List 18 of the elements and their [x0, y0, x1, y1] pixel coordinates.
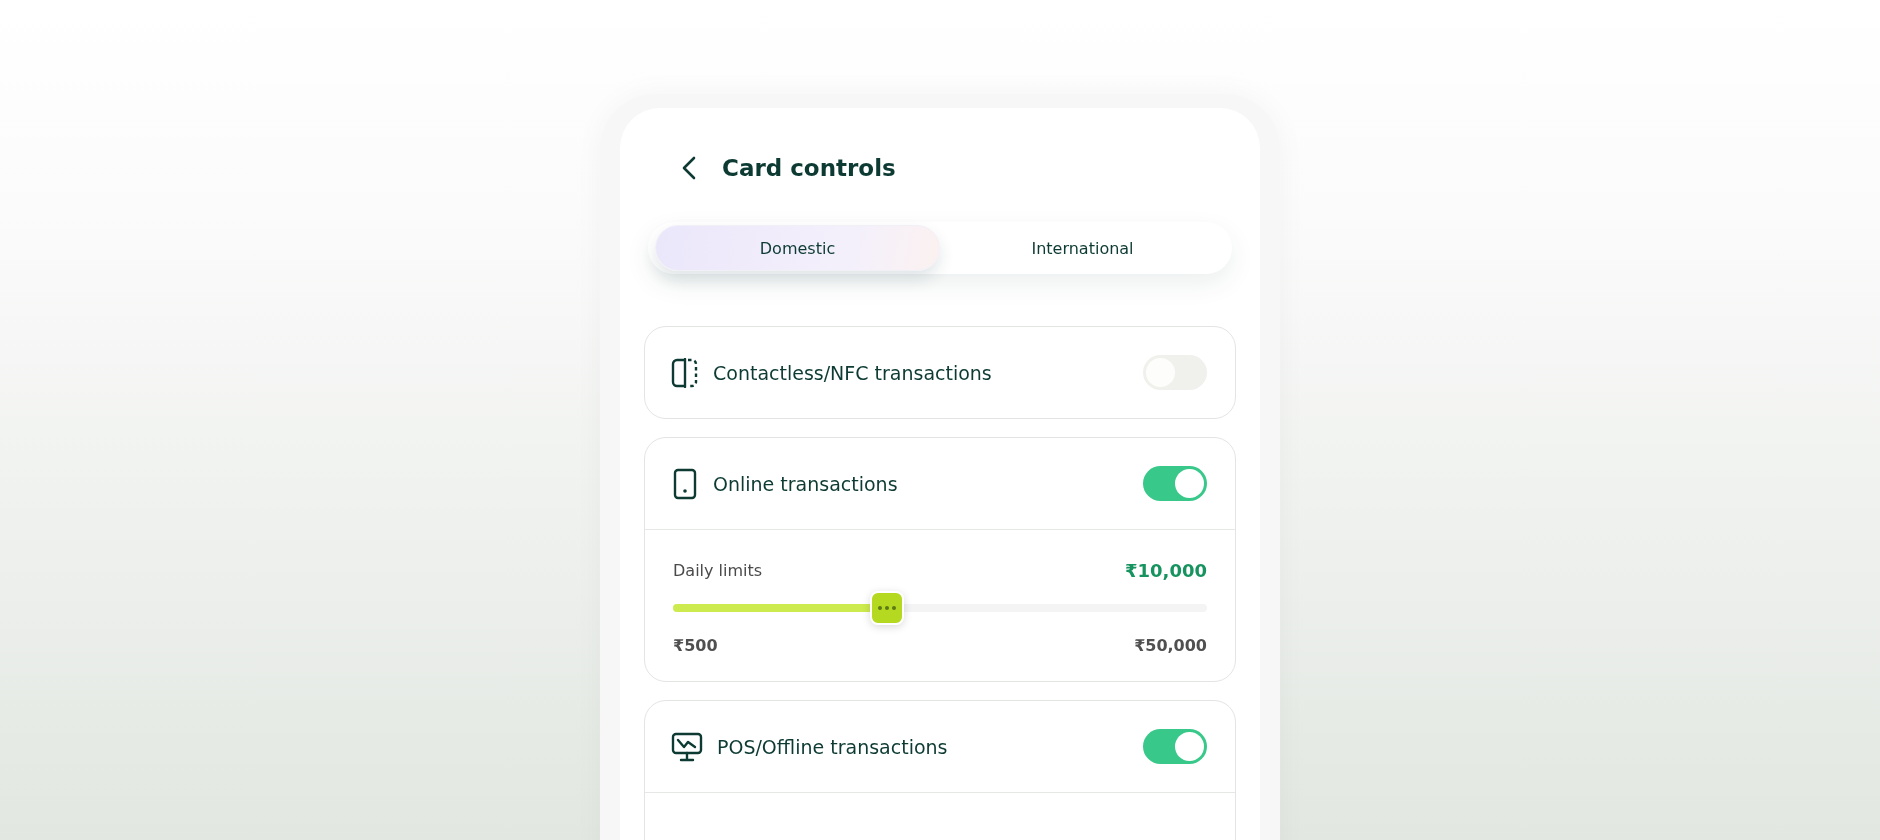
- control-label: POS/Offline transactions: [717, 735, 949, 758]
- max-amount: ₹50,000: [1134, 636, 1207, 655]
- control-label: Online transactions: [713, 472, 899, 495]
- back-icon[interactable]: [682, 156, 696, 180]
- slider-thumb[interactable]: [869, 591, 904, 625]
- split-card-icon: [671, 357, 699, 388]
- limit-amount: ₹10,000: [1125, 560, 1207, 581]
- toggle-switch[interactable]: [1143, 729, 1207, 764]
- control-label: Contactless/NFC transactions: [713, 361, 993, 384]
- limit-label: Daily limits: [673, 561, 763, 580]
- monitor-icon: [671, 731, 703, 762]
- slider-track[interactable]: [673, 591, 1207, 625]
- toggle-switch[interactable]: [1143, 466, 1207, 501]
- screen-title: Card controls: [722, 155, 896, 181]
- min-amount: ₹500: [673, 636, 718, 655]
- phone-icon: [671, 467, 699, 500]
- tab[interactable]: Domestic: [655, 225, 940, 271]
- tab[interactable]: International: [940, 225, 1225, 271]
